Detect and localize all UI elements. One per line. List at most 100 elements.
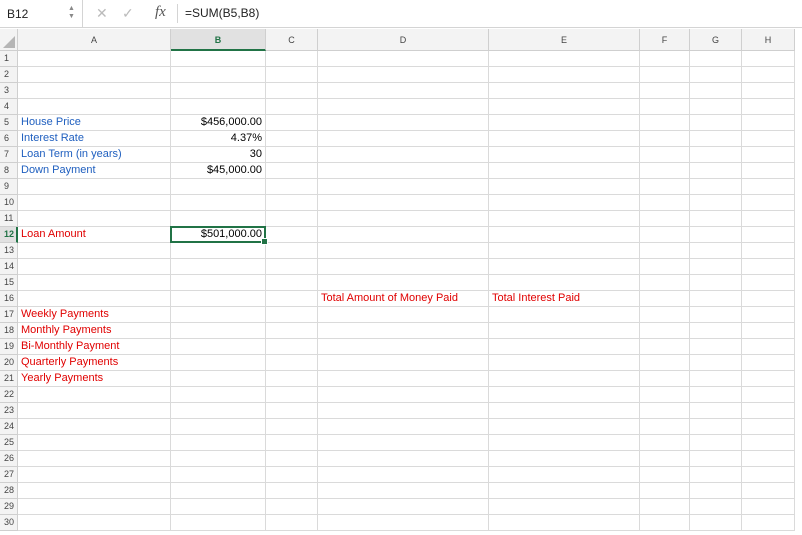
cell-h24[interactable]: [742, 419, 795, 435]
cell-d2[interactable]: [318, 67, 489, 83]
cell-e25[interactable]: [489, 435, 640, 451]
cell-d5[interactable]: [318, 115, 489, 131]
cell-f21[interactable]: [640, 371, 690, 387]
cell-b18[interactable]: [171, 323, 266, 339]
cell-c2[interactable]: [266, 67, 318, 83]
cell-b10[interactable]: [171, 195, 266, 211]
cell-h14[interactable]: [742, 259, 795, 275]
cell-d4[interactable]: [318, 99, 489, 115]
cell-a5[interactable]: House Price: [18, 115, 171, 131]
cell-b5[interactable]: $456,000.00: [171, 115, 266, 131]
cell-b1[interactable]: [171, 51, 266, 67]
cell-e5[interactable]: [489, 115, 640, 131]
cell-h23[interactable]: [742, 403, 795, 419]
cell-h1[interactable]: [742, 51, 795, 67]
cell-f27[interactable]: [640, 467, 690, 483]
cell-c9[interactable]: [266, 179, 318, 195]
cell-a8[interactable]: Down Payment: [18, 163, 171, 179]
cell-b27[interactable]: [171, 467, 266, 483]
cell-f14[interactable]: [640, 259, 690, 275]
cell-c1[interactable]: [266, 51, 318, 67]
cell-b15[interactable]: [171, 275, 266, 291]
cell-f30[interactable]: [640, 515, 690, 531]
cell-f12[interactable]: [640, 227, 690, 243]
cell-a20[interactable]: Quarterly Payments: [18, 355, 171, 371]
cell-f25[interactable]: [640, 435, 690, 451]
cell-d22[interactable]: [318, 387, 489, 403]
cell-e17[interactable]: [489, 307, 640, 323]
cell-d20[interactable]: [318, 355, 489, 371]
cell-h19[interactable]: [742, 339, 795, 355]
cell-g20[interactable]: [690, 355, 742, 371]
cell-e12[interactable]: [489, 227, 640, 243]
cell-g28[interactable]: [690, 483, 742, 499]
cell-f1[interactable]: [640, 51, 690, 67]
cell-a13[interactable]: [18, 243, 171, 259]
cell-c29[interactable]: [266, 499, 318, 515]
cell-d24[interactable]: [318, 419, 489, 435]
cell-f15[interactable]: [640, 275, 690, 291]
row-header-16[interactable]: 16: [0, 291, 18, 307]
cell-f29[interactable]: [640, 499, 690, 515]
cell-f5[interactable]: [640, 115, 690, 131]
row-header-25[interactable]: 25: [0, 435, 18, 451]
row-header-6[interactable]: 6: [0, 131, 18, 147]
cell-g7[interactable]: [690, 147, 742, 163]
row-header-28[interactable]: 28: [0, 483, 18, 499]
row-header-12[interactable]: 12: [0, 227, 18, 243]
row-header-20[interactable]: 20: [0, 355, 18, 371]
cell-g22[interactable]: [690, 387, 742, 403]
cell-g26[interactable]: [690, 451, 742, 467]
cell-e23[interactable]: [489, 403, 640, 419]
column-header-d[interactable]: D: [318, 29, 489, 51]
cell-g2[interactable]: [690, 67, 742, 83]
cell-a14[interactable]: [18, 259, 171, 275]
cell-a10[interactable]: [18, 195, 171, 211]
cell-d3[interactable]: [318, 83, 489, 99]
cell-a29[interactable]: [18, 499, 171, 515]
cell-g8[interactable]: [690, 163, 742, 179]
row-header-24[interactable]: 24: [0, 419, 18, 435]
cell-g3[interactable]: [690, 83, 742, 99]
cell-h9[interactable]: [742, 179, 795, 195]
cell-a16[interactable]: [18, 291, 171, 307]
cell-f17[interactable]: [640, 307, 690, 323]
cell-b13[interactable]: [171, 243, 266, 259]
cell-c26[interactable]: [266, 451, 318, 467]
cell-g1[interactable]: [690, 51, 742, 67]
cell-e29[interactable]: [489, 499, 640, 515]
cell-h5[interactable]: [742, 115, 795, 131]
cell-h11[interactable]: [742, 211, 795, 227]
cell-a28[interactable]: [18, 483, 171, 499]
cell-g5[interactable]: [690, 115, 742, 131]
cell-h3[interactable]: [742, 83, 795, 99]
cell-c13[interactable]: [266, 243, 318, 259]
cell-b29[interactable]: [171, 499, 266, 515]
cell-d6[interactable]: [318, 131, 489, 147]
cell-a7[interactable]: Loan Term (in years): [18, 147, 171, 163]
cell-g25[interactable]: [690, 435, 742, 451]
cell-h12[interactable]: [742, 227, 795, 243]
cell-c21[interactable]: [266, 371, 318, 387]
cell-g15[interactable]: [690, 275, 742, 291]
cell-b16[interactable]: [171, 291, 266, 307]
cell-a15[interactable]: [18, 275, 171, 291]
cell-a2[interactable]: [18, 67, 171, 83]
cell-f23[interactable]: [640, 403, 690, 419]
cell-a27[interactable]: [18, 467, 171, 483]
cell-b12[interactable]: $501,000.00: [171, 227, 266, 243]
column-header-g[interactable]: G: [690, 29, 742, 51]
cell-e10[interactable]: [489, 195, 640, 211]
cell-h18[interactable]: [742, 323, 795, 339]
row-header-21[interactable]: 21: [0, 371, 18, 387]
cell-b20[interactable]: [171, 355, 266, 371]
cell-f24[interactable]: [640, 419, 690, 435]
row-header-23[interactable]: 23: [0, 403, 18, 419]
cell-f26[interactable]: [640, 451, 690, 467]
cell-c11[interactable]: [266, 211, 318, 227]
row-header-7[interactable]: 7: [0, 147, 18, 163]
cell-h16[interactable]: [742, 291, 795, 307]
cell-e26[interactable]: [489, 451, 640, 467]
row-header-2[interactable]: 2: [0, 67, 18, 83]
cell-d9[interactable]: [318, 179, 489, 195]
